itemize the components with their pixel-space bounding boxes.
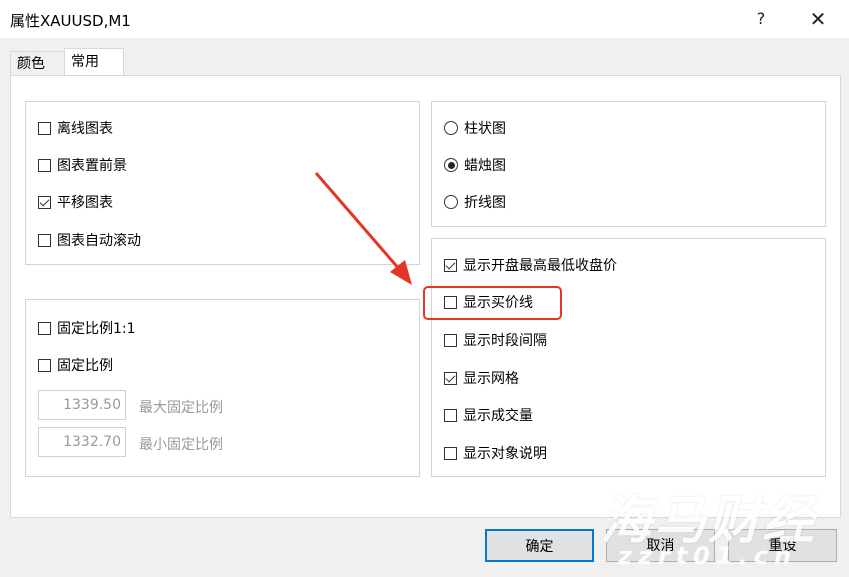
watermark-url: zzrt01.cn [618,542,798,570]
ok-button[interactable]: 确定 [485,529,594,562]
annotation-highlight-box [423,286,562,320]
